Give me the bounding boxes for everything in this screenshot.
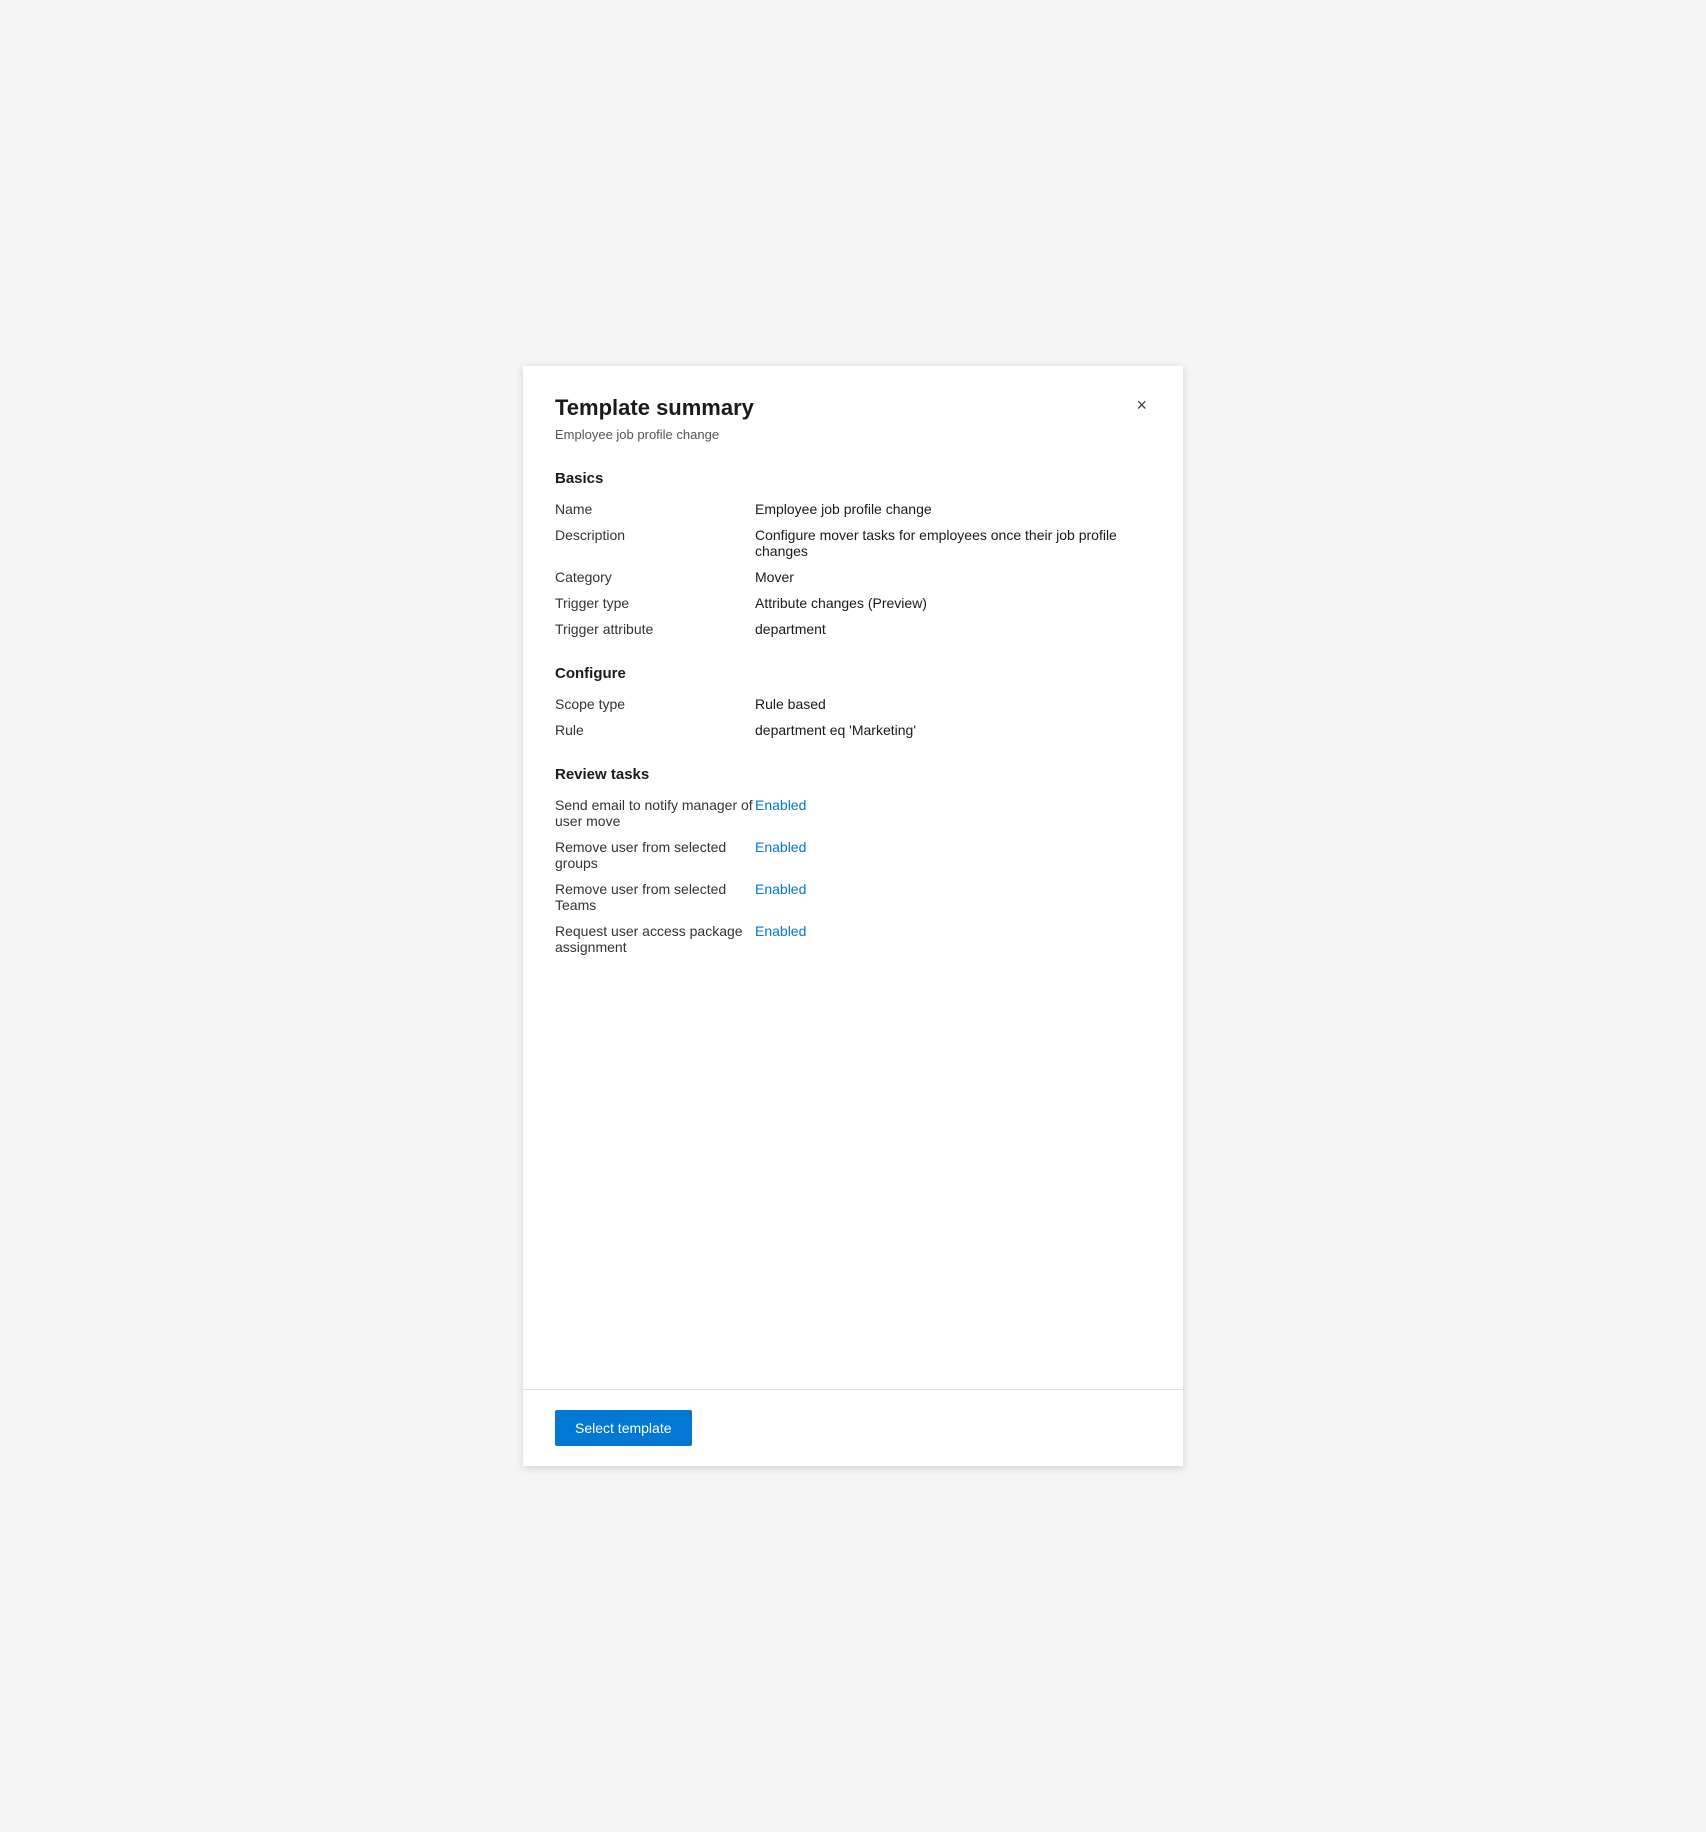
task-row-notify-manager: Send email to notify manager of user mov… <box>555 797 1151 829</box>
basics-label-category: Category <box>555 569 755 585</box>
task-row-remove-groups: Remove user from selected groups Enabled <box>555 839 1151 871</box>
configure-heading: Configure <box>555 665 1151 682</box>
panel-title: Template summary <box>555 394 754 423</box>
basics-row-trigger-type: Trigger type Attribute changes (Preview) <box>555 595 1151 611</box>
basics-heading: Basics <box>555 470 1151 487</box>
configure-value-scope-type: Rule based <box>755 696 1151 712</box>
close-button[interactable]: × <box>1132 392 1151 418</box>
basics-value-trigger-attribute: department <box>755 621 1151 637</box>
task-value-remove-groups: Enabled <box>755 839 1151 855</box>
basics-row-name: Name Employee job profile change <box>555 501 1151 517</box>
basics-label-description: Description <box>555 527 755 543</box>
basics-label-trigger-attribute: Trigger attribute <box>555 621 755 637</box>
basics-value-name: Employee job profile change <box>755 501 1151 517</box>
task-label-access-package: Request user access package assignment <box>555 923 755 955</box>
template-summary-panel: Template summary Employee job profile ch… <box>523 366 1183 1466</box>
task-value-remove-teams: Enabled <box>755 881 1151 897</box>
task-row-remove-teams: Remove user from selected Teams Enabled <box>555 881 1151 913</box>
task-label-notify-manager: Send email to notify manager of user mov… <box>555 797 755 829</box>
task-row-access-package: Request user access package assignment E… <box>555 923 1151 955</box>
task-value-notify-manager: Enabled <box>755 797 1151 813</box>
panel-footer: Select template <box>523 1389 1183 1466</box>
select-template-button[interactable]: Select template <box>555 1410 692 1446</box>
panel-title-block: Template summary Employee job profile ch… <box>555 394 754 442</box>
review-tasks-heading: Review tasks <box>555 766 1151 783</box>
configure-value-rule: department eq 'Marketing' <box>755 722 1151 738</box>
configure-row-scope-type: Scope type Rule based <box>555 696 1151 712</box>
basics-row-description: Description Configure mover tasks for em… <box>555 527 1151 559</box>
basics-value-category: Mover <box>755 569 1151 585</box>
configure-label-scope-type: Scope type <box>555 696 755 712</box>
task-label-remove-teams: Remove user from selected Teams <box>555 881 755 913</box>
basics-value-description: Configure mover tasks for employees once… <box>755 527 1151 559</box>
panel-subtitle: Employee job profile change <box>555 427 754 442</box>
configure-row-rule: Rule department eq 'Marketing' <box>555 722 1151 738</box>
task-label-remove-groups: Remove user from selected groups <box>555 839 755 871</box>
basics-row-category: Category Mover <box>555 569 1151 585</box>
basics-row-trigger-attribute: Trigger attribute department <box>555 621 1151 637</box>
close-icon: × <box>1136 395 1147 415</box>
basics-label-trigger-type: Trigger type <box>555 595 755 611</box>
panel-header: Template summary Employee job profile ch… <box>555 394 1151 442</box>
configure-label-rule: Rule <box>555 722 755 738</box>
basics-label-name: Name <box>555 501 755 517</box>
basics-value-trigger-type: Attribute changes (Preview) <box>755 595 1151 611</box>
task-value-access-package: Enabled <box>755 923 1151 939</box>
